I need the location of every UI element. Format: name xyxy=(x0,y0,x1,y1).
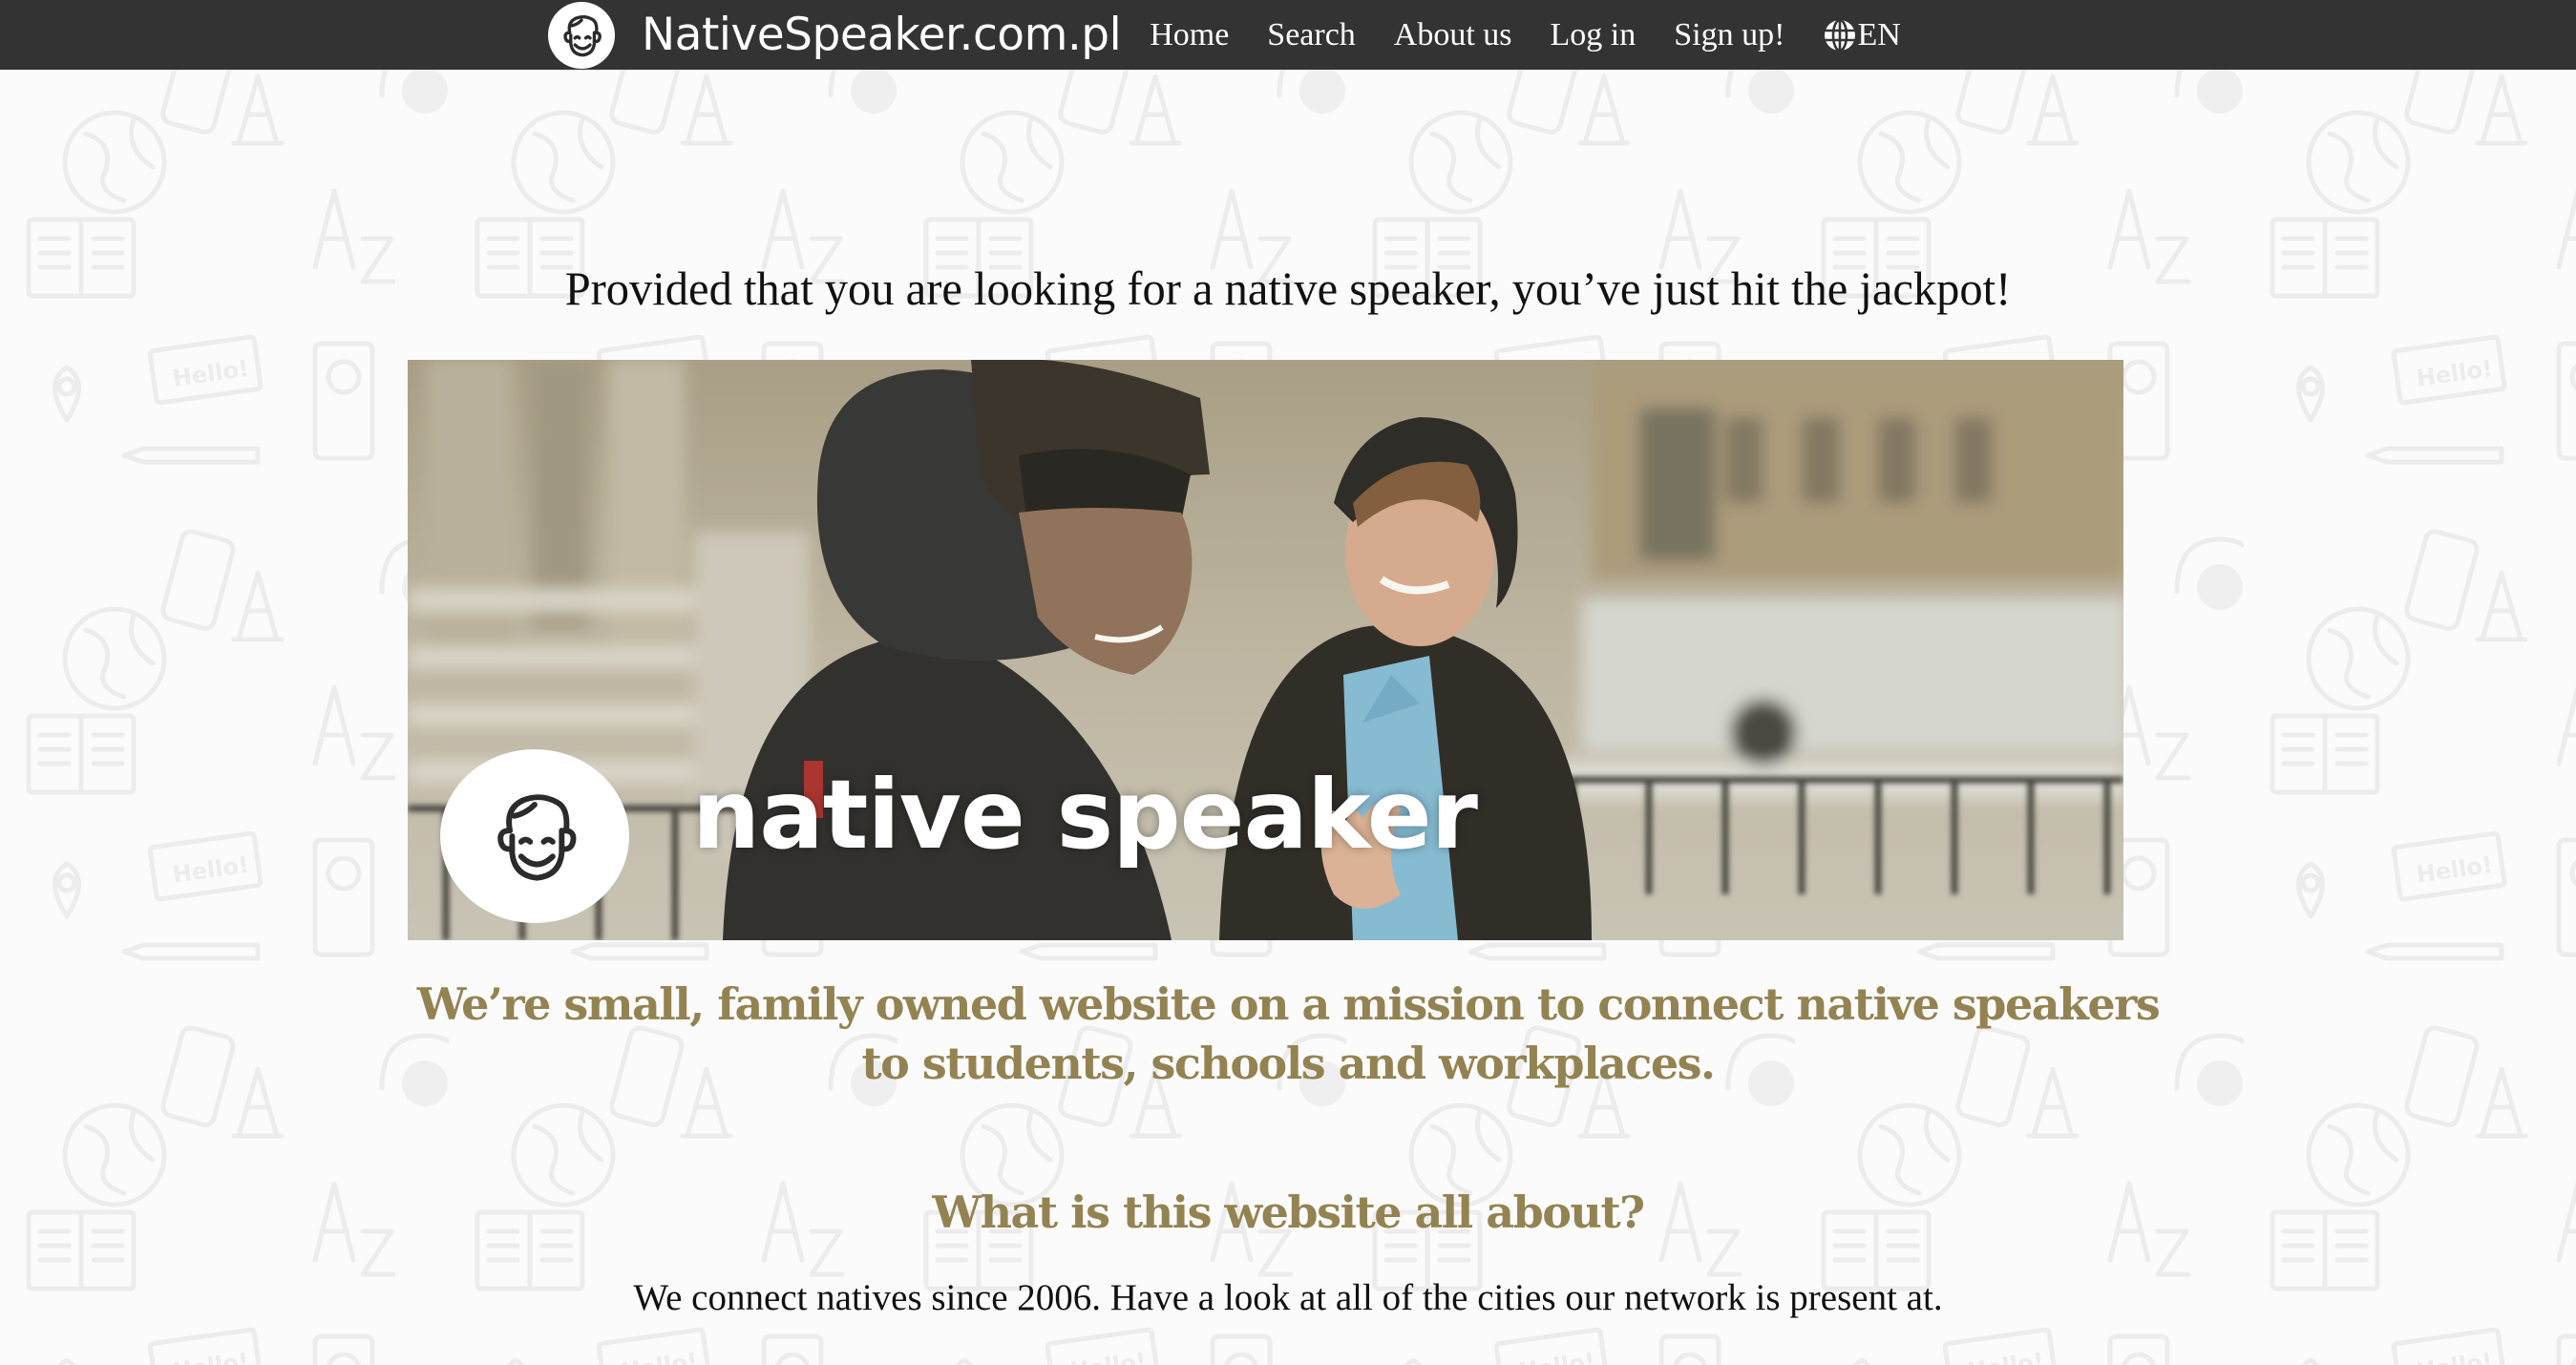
hero-headline: Provided that you are looking for a nati… xyxy=(564,262,2012,315)
nav-content: NativeSpeaker.com.pl Home Search About u… xyxy=(548,0,1901,70)
about-section-title: What is this website all about? xyxy=(932,1186,1645,1238)
brand-name-link[interactable]: NativeSpeaker.com.pl xyxy=(642,9,1122,61)
nav-link-log-in[interactable]: Log in xyxy=(1551,17,1636,53)
language-label: EN xyxy=(1857,16,1901,52)
smiling-face-icon xyxy=(563,14,602,56)
nav-link-sign-up[interactable]: Sign up! xyxy=(1674,17,1784,53)
mission-statement: We’re small, family owned website on a m… xyxy=(416,978,2161,1089)
language-selector[interactable]: EN xyxy=(1823,16,1901,53)
about-section-text: We connect natives since 2006. Have a lo… xyxy=(633,1277,1943,1318)
smiling-face-icon xyxy=(497,794,577,881)
top-navigation-bar: NativeSpeaker.com.pl Home Search About u… xyxy=(0,0,2576,70)
hero-banner-image: native speaker xyxy=(408,360,2123,940)
nav-link-search[interactable]: Search xyxy=(1267,17,1356,53)
banner-brand-text: native speaker xyxy=(692,759,1478,871)
nav-link-home[interactable]: Home xyxy=(1150,17,1229,53)
brand-logo-link[interactable] xyxy=(548,1,615,69)
nav-link-about-us[interactable]: About us xyxy=(1394,17,1512,53)
banner-logo-badge xyxy=(440,749,629,923)
globe-icon xyxy=(1825,18,1856,52)
